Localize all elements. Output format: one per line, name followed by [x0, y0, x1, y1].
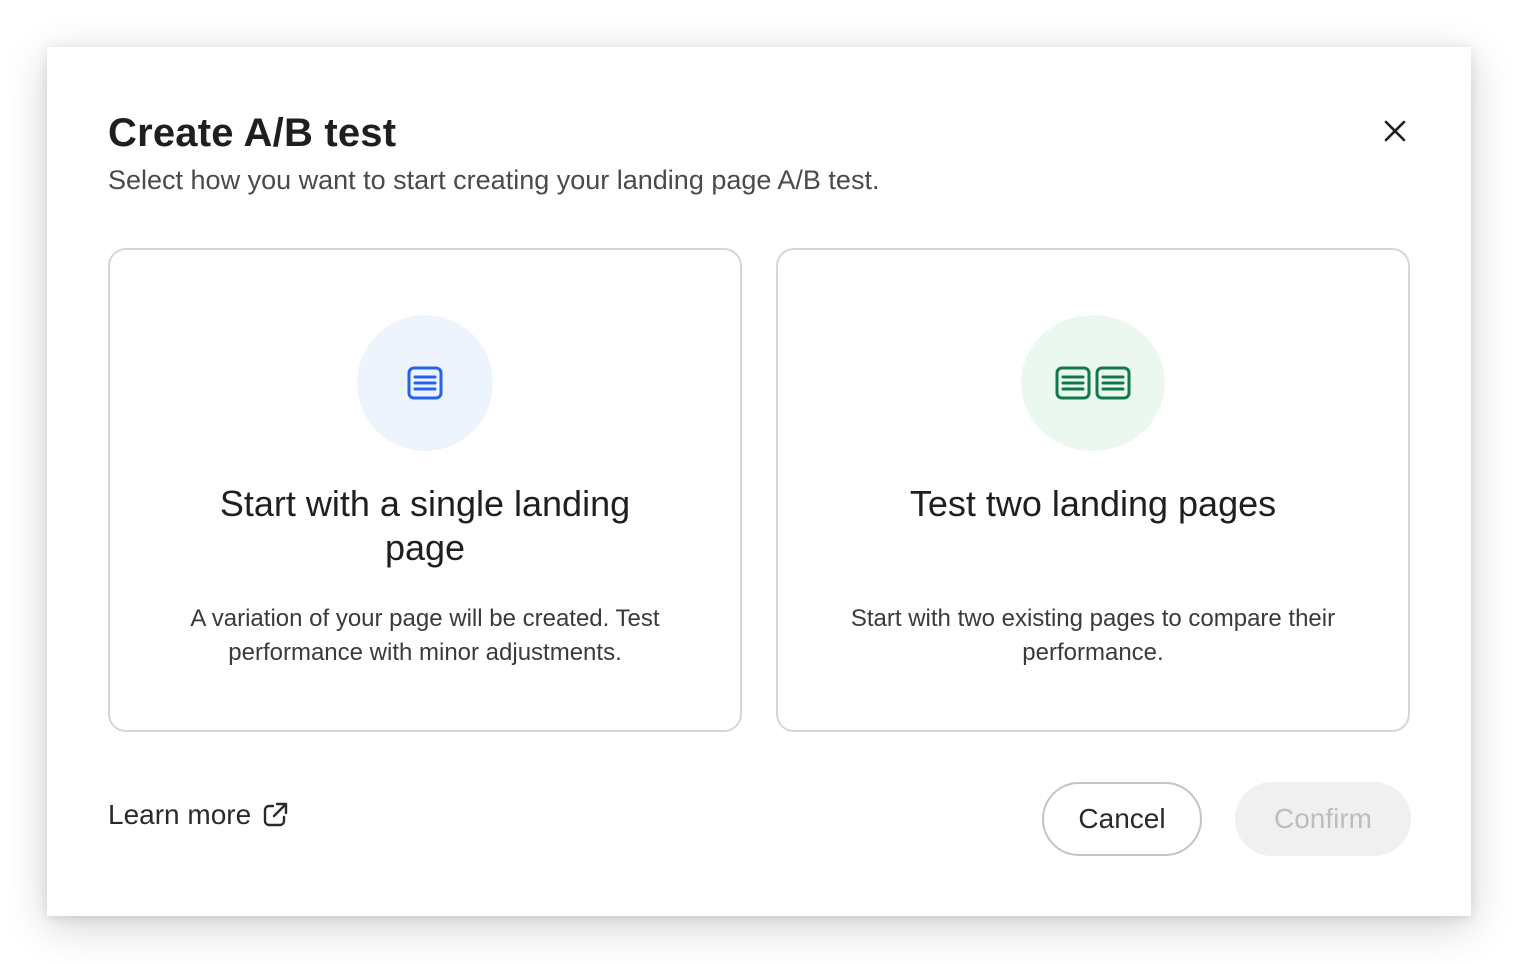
- option-title: Start with a single landing page: [219, 483, 631, 568]
- close-button[interactable]: [1373, 109, 1417, 153]
- close-icon: [1384, 120, 1406, 142]
- two-pages-icon-circle: [1021, 315, 1165, 451]
- single-page-icon-circle: [357, 315, 493, 451]
- option-description: Start with two existing pages to compare…: [850, 605, 1336, 666]
- learn-more-link[interactable]: Learn more: [108, 799, 289, 831]
- external-link-icon: [263, 802, 288, 827]
- single-page-icon: [407, 366, 443, 400]
- screen: Create A/B test Select how you want to s…: [0, 0, 1518, 964]
- confirm-button[interactable]: Confirm: [1235, 782, 1411, 856]
- option-title: Test two landing pages: [909, 483, 1277, 524]
- dialog-subtitle: Select how you want to start creating yo…: [108, 165, 880, 195]
- cancel-button[interactable]: Cancel: [1042, 782, 1202, 856]
- option-card-single-page[interactable]: Start with a single landing page A varia…: [108, 248, 742, 732]
- learn-more-label: Learn more: [108, 799, 252, 830]
- option-description: A variation of your page will be created…: [190, 605, 660, 666]
- two-pages-icon: [1055, 366, 1131, 400]
- option-card-two-pages[interactable]: Test two landing pages Start with two ex…: [776, 248, 1410, 732]
- dialog-title: Create A/B test: [108, 111, 397, 155]
- create-ab-test-dialog: Create A/B test Select how you want to s…: [47, 47, 1471, 916]
